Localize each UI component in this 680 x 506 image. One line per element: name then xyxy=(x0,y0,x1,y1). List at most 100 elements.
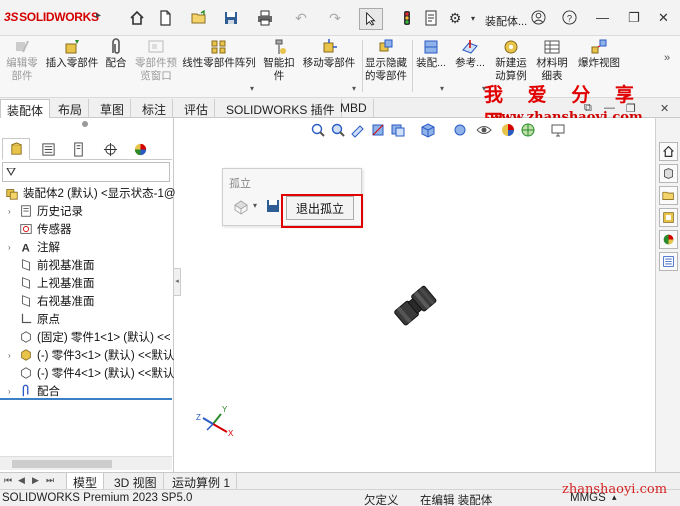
first-tab-icon[interactable]: ⏮ xyxy=(4,475,12,486)
open-folder-icon[interactable] xyxy=(190,9,208,27)
tree-item-part1[interactable]: (固定) 零件1<1> (默认) << xyxy=(18,328,171,346)
tab-3d-views[interactable]: 3D 视图 xyxy=(108,473,164,490)
help-icon[interactable]: ? xyxy=(562,10,577,28)
doc-restore-icon[interactable]: ❐ xyxy=(626,102,636,115)
bill-of-materials-button[interactable]: 材料明 细表 xyxy=(534,38,570,83)
property-manager-tab[interactable] xyxy=(34,138,62,160)
tree-item-top-plane[interactable]: 上视基准面 xyxy=(18,274,95,292)
dimxpert-tab[interactable] xyxy=(96,138,124,160)
insert-components-button[interactable]: 插入零部件 xyxy=(42,38,102,70)
doc-window-tile-icon[interactable]: ⧉ xyxy=(584,102,592,115)
tree-item-right-plane[interactable]: 右视基准面 xyxy=(18,292,95,310)
reference-geometry-button[interactable]: 参考... xyxy=(452,38,488,70)
file-explorer-button[interactable] xyxy=(659,186,678,205)
doc-minimize-icon[interactable]: — xyxy=(604,102,615,114)
hide-show-items-icon[interactable] xyxy=(476,122,492,138)
options-gear-icon[interactable]: ⚙ xyxy=(446,9,464,27)
assembly-features-dropdown-icon[interactable]: ▾ xyxy=(440,84,444,93)
tree-item-history[interactable]: › 历史记录 xyxy=(8,202,83,220)
close-window-icon[interactable]: ✕ xyxy=(658,10,669,26)
tab-evaluate[interactable]: 评估 xyxy=(178,99,216,118)
section-view-icon[interactable] xyxy=(370,122,386,138)
view-orientation-icon[interactable] xyxy=(420,122,436,138)
tab-motion-study-1[interactable]: 运动算例 1 xyxy=(166,473,238,490)
tab-markup[interactable]: 标注 xyxy=(136,99,174,118)
pattern-dropdown-icon[interactable]: ▾ xyxy=(250,84,254,93)
new-motion-study-button[interactable]: 新建运 动算例 xyxy=(492,38,530,83)
new-document-icon[interactable] xyxy=(156,9,174,27)
doc-close-icon[interactable]: ✕ xyxy=(660,102,669,115)
expand-arrow-icon[interactable]: › xyxy=(8,387,18,396)
design-library-button[interactable] xyxy=(659,164,678,183)
redo-icon[interactable]: ↷ xyxy=(326,9,344,27)
expand-arrow-icon[interactable]: › xyxy=(8,351,18,360)
zoom-to-fit-icon[interactable] xyxy=(310,122,326,138)
tree-item-sensors[interactable]: 传感器 xyxy=(18,220,72,238)
last-tab-icon[interactable]: ⏭ xyxy=(46,475,54,486)
component-preview-window-button[interactable]: 零部件预 览窗口 xyxy=(132,38,180,83)
panel-splitter-handle[interactable]: ◂ xyxy=(173,268,181,296)
tree-item-origin[interactable]: 原点 xyxy=(18,310,60,328)
assembly-features-button[interactable]: 装配... xyxy=(414,38,448,70)
traffic-light-icon[interactable] xyxy=(398,9,416,27)
tree-item-part4[interactable]: (-) 零件4<1> (默认) <<默认 xyxy=(18,364,174,382)
feature-tree-tab[interactable] xyxy=(2,138,30,160)
undo-icon[interactable]: ↶ xyxy=(292,9,310,27)
graphics-area[interactable]: ◂ 孤立 ▾ 退出孤立 Y X Z xyxy=(173,118,655,472)
configuration-manager-tab[interactable] xyxy=(64,138,92,160)
save-icon[interactable] xyxy=(222,9,240,27)
user-account-icon[interactable] xyxy=(531,10,546,28)
save-as-display-state-icon[interactable] xyxy=(265,198,281,214)
select-tool-button[interactable] xyxy=(359,8,383,30)
custom-properties-button[interactable] xyxy=(659,252,678,271)
show-hidden-components-button[interactable]: 显示隐藏 的零部件 xyxy=(362,38,410,83)
file-properties-icon[interactable] xyxy=(422,9,440,27)
tree-root-assembly[interactable]: 装配体2 (默认) <显示状态-1@ xyxy=(4,184,176,202)
view-palette-button[interactable] xyxy=(659,208,678,227)
display-style-icon[interactable] xyxy=(452,122,468,138)
exploded-view-button[interactable]: 爆炸视图 xyxy=(574,38,624,70)
options-dropdown-icon[interactable]: ▾ xyxy=(464,9,482,27)
edit-appearance-icon[interactable] xyxy=(500,122,516,138)
move-component-button[interactable]: 移动零部件 xyxy=(298,38,360,70)
minimize-window-icon[interactable]: — xyxy=(596,10,609,25)
mate-button[interactable]: 配合 xyxy=(102,38,130,70)
tab-model[interactable]: 模型 xyxy=(66,473,105,490)
expand-arrow-icon[interactable]: › xyxy=(8,243,18,252)
solidworks-logo[interactable]: 3SSOLIDWORKS ▸ xyxy=(4,10,101,24)
home-icon[interactable] xyxy=(128,9,146,27)
scrollbar-thumb[interactable] xyxy=(12,460,112,468)
task-pane-home-button[interactable] xyxy=(659,142,678,161)
smart-fasteners-button[interactable]: 智能扣 件 xyxy=(260,38,298,83)
view-settings-monitor-icon[interactable] xyxy=(550,122,566,138)
prev-tab-icon[interactable]: ◀ xyxy=(18,475,25,486)
move-dropdown-icon[interactable]: ▾ xyxy=(352,84,356,93)
display-state-dropdown-icon[interactable]: ▾ xyxy=(253,201,257,210)
tree-item-part3[interactable]: › (-) 零件3<1> (默认) <<默认 xyxy=(8,346,174,364)
zoom-to-area-icon[interactable] xyxy=(330,122,346,138)
more-commands-icon[interactable]: » xyxy=(664,52,670,64)
linear-component-pattern-button[interactable]: 线性零部件阵列 xyxy=(180,38,258,70)
print-icon[interactable] xyxy=(256,9,274,27)
next-tab-icon[interactable]: ▶ xyxy=(32,475,39,486)
edit-component-button[interactable]: 编辑零 部件 xyxy=(2,38,42,83)
tab-solidworks-addins[interactable]: SOLIDWORKS 插件 xyxy=(220,99,342,118)
tree-item-front-plane[interactable]: 前视基准面 xyxy=(18,256,95,274)
tab-mbd[interactable]: MBD xyxy=(334,99,374,118)
menu-expand-icon[interactable]: ▸ xyxy=(96,10,101,21)
tab-sketch[interactable]: 草图 xyxy=(94,99,132,118)
tree-horizontal-scrollbar[interactable] xyxy=(0,456,172,470)
display-manager-tab[interactable] xyxy=(126,138,154,160)
panel-collapse-handle[interactable] xyxy=(82,121,88,127)
tree-item-annotations[interactable]: › A 注解 xyxy=(8,238,60,256)
restore-window-icon[interactable]: ❐ xyxy=(628,10,640,26)
tab-assembly[interactable]: 装配体 xyxy=(0,99,51,118)
appearances-button[interactable] xyxy=(659,230,678,249)
expand-arrow-icon[interactable]: › xyxy=(8,207,18,216)
previous-view-icon[interactable] xyxy=(350,122,366,138)
apply-scene-icon[interactable] xyxy=(520,122,536,138)
isolated-part-model[interactable] xyxy=(387,278,443,334)
dynamic-annotation-icon[interactable] xyxy=(390,122,406,138)
display-state-icon[interactable] xyxy=(231,197,251,217)
tree-filter-input[interactable]: ⛛ xyxy=(2,162,170,182)
